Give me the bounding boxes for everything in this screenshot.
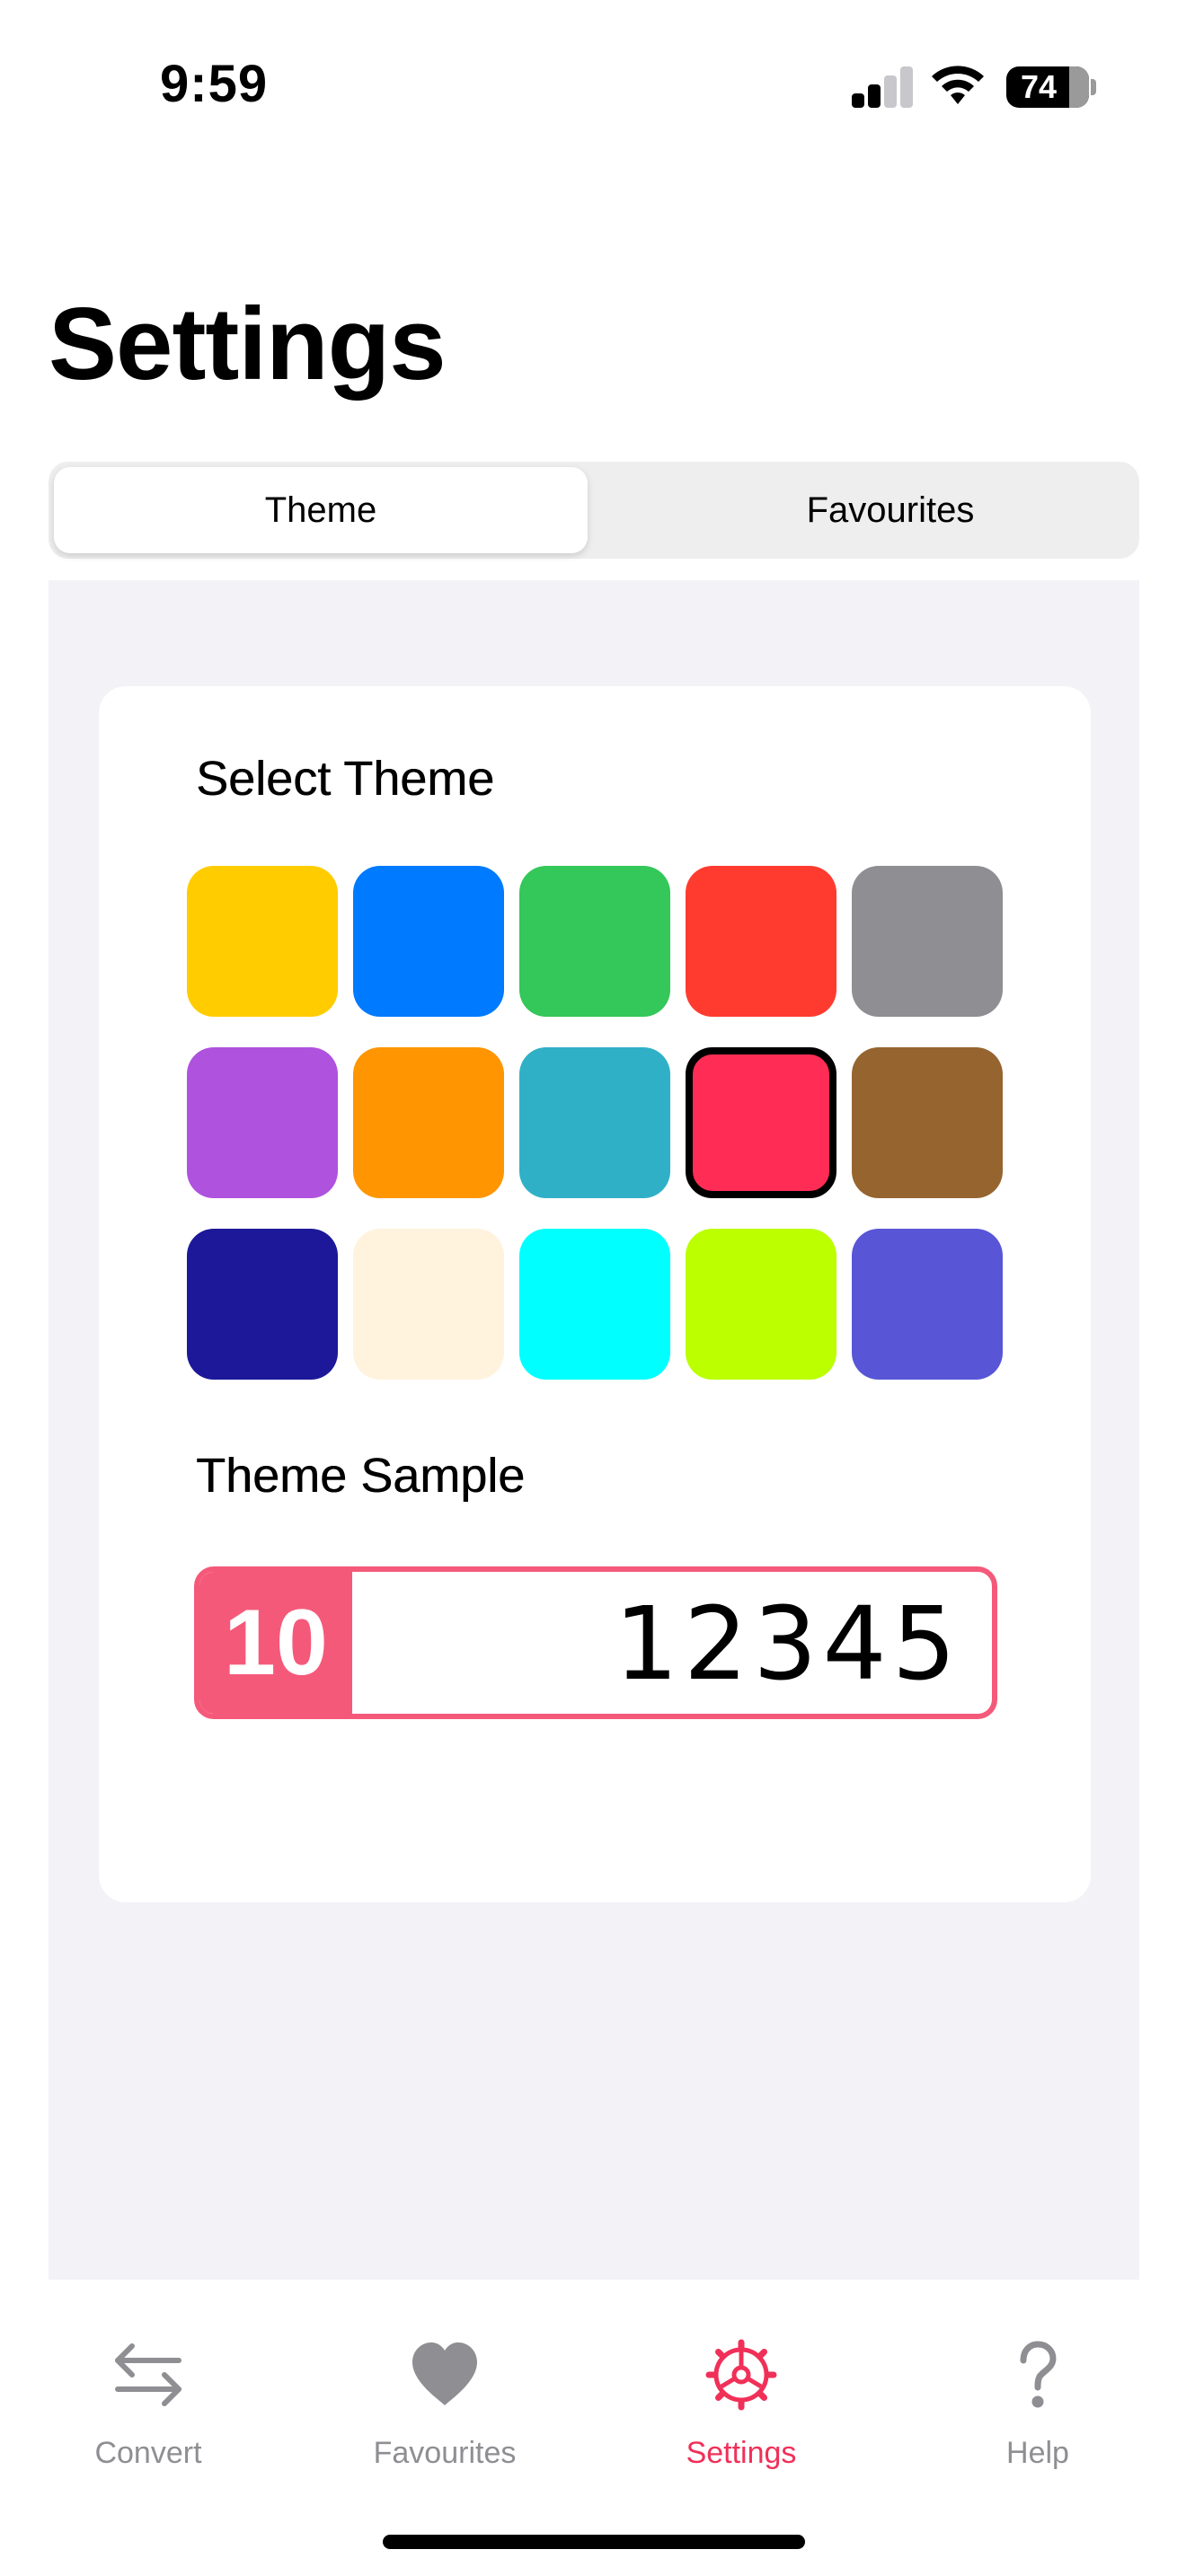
status-time: 9:59 bbox=[160, 55, 269, 113]
theme-swatch[interactable] bbox=[852, 1047, 1003, 1198]
theme-swatch[interactable] bbox=[686, 1229, 836, 1380]
tab-bar: Convert Favourites Settings Help bbox=[0, 2280, 1186, 2576]
cellular-signal-icon bbox=[852, 66, 913, 108]
heart-icon bbox=[412, 2342, 477, 2405]
theme-swatch[interactable] bbox=[353, 1047, 504, 1198]
select-theme-heading: Select Theme bbox=[196, 752, 495, 806]
tab-favourites-label: Favourites bbox=[373, 2436, 517, 2470]
theme-swatch[interactable] bbox=[187, 1047, 338, 1198]
theme-swatch[interactable] bbox=[353, 866, 504, 1017]
battery-tip bbox=[1091, 79, 1096, 95]
theme-swatch[interactable] bbox=[187, 1229, 338, 1380]
tab-help[interactable]: Help bbox=[890, 2280, 1186, 2495]
theme-swatch[interactable] bbox=[519, 1229, 670, 1380]
wifi-icon bbox=[932, 66, 984, 104]
question-mark-icon bbox=[1020, 2341, 1057, 2408]
theme-swatch[interactable] bbox=[852, 1229, 1003, 1380]
theme-card: Select Theme Theme Sample 10 12345 bbox=[99, 686, 1091, 1902]
theme-sample-heading: Theme Sample bbox=[196, 1449, 526, 1503]
theme-swatch[interactable] bbox=[852, 866, 1003, 1017]
segment-favourites[interactable]: Favourites bbox=[647, 467, 1134, 553]
content-area: Select Theme Theme Sample 10 12345 bbox=[49, 580, 1139, 2280]
battery-icon: 74 bbox=[1006, 66, 1089, 108]
tab-convert[interactable]: Convert bbox=[0, 2280, 296, 2495]
status-bar: 9:59 74 bbox=[0, 0, 1186, 171]
theme-swatch[interactable] bbox=[519, 866, 670, 1017]
tab-convert-label: Convert bbox=[94, 2436, 202, 2470]
theme-swatch[interactable] bbox=[353, 1229, 504, 1380]
sample-base-badge: 10 bbox=[199, 1572, 352, 1714]
theme-swatch[interactable] bbox=[686, 866, 836, 1017]
segment-theme[interactable]: Theme bbox=[54, 467, 588, 553]
home-indicator bbox=[383, 2535, 805, 2549]
segmented-control: Theme Favourites bbox=[49, 462, 1139, 559]
arrows-left-right-icon bbox=[115, 2343, 181, 2406]
tab-settings[interactable]: Settings bbox=[593, 2280, 890, 2495]
theme-swatch[interactable] bbox=[187, 866, 338, 1017]
tab-favourites[interactable]: Favourites bbox=[296, 2280, 593, 2495]
theme-swatch[interactable] bbox=[519, 1047, 670, 1198]
theme-swatch-selected[interactable] bbox=[686, 1047, 836, 1198]
page-title: Settings bbox=[49, 287, 447, 401]
tab-help-label: Help bbox=[1006, 2436, 1069, 2470]
gear-icon bbox=[705, 2339, 777, 2411]
theme-swatch-grid bbox=[187, 866, 1005, 1380]
sample-value: 12345 bbox=[614, 1586, 961, 1703]
battery-percentage: 74 bbox=[1020, 68, 1058, 105]
theme-sample-display: 10 12345 bbox=[194, 1566, 997, 1719]
tab-settings-label: Settings bbox=[686, 2436, 797, 2470]
